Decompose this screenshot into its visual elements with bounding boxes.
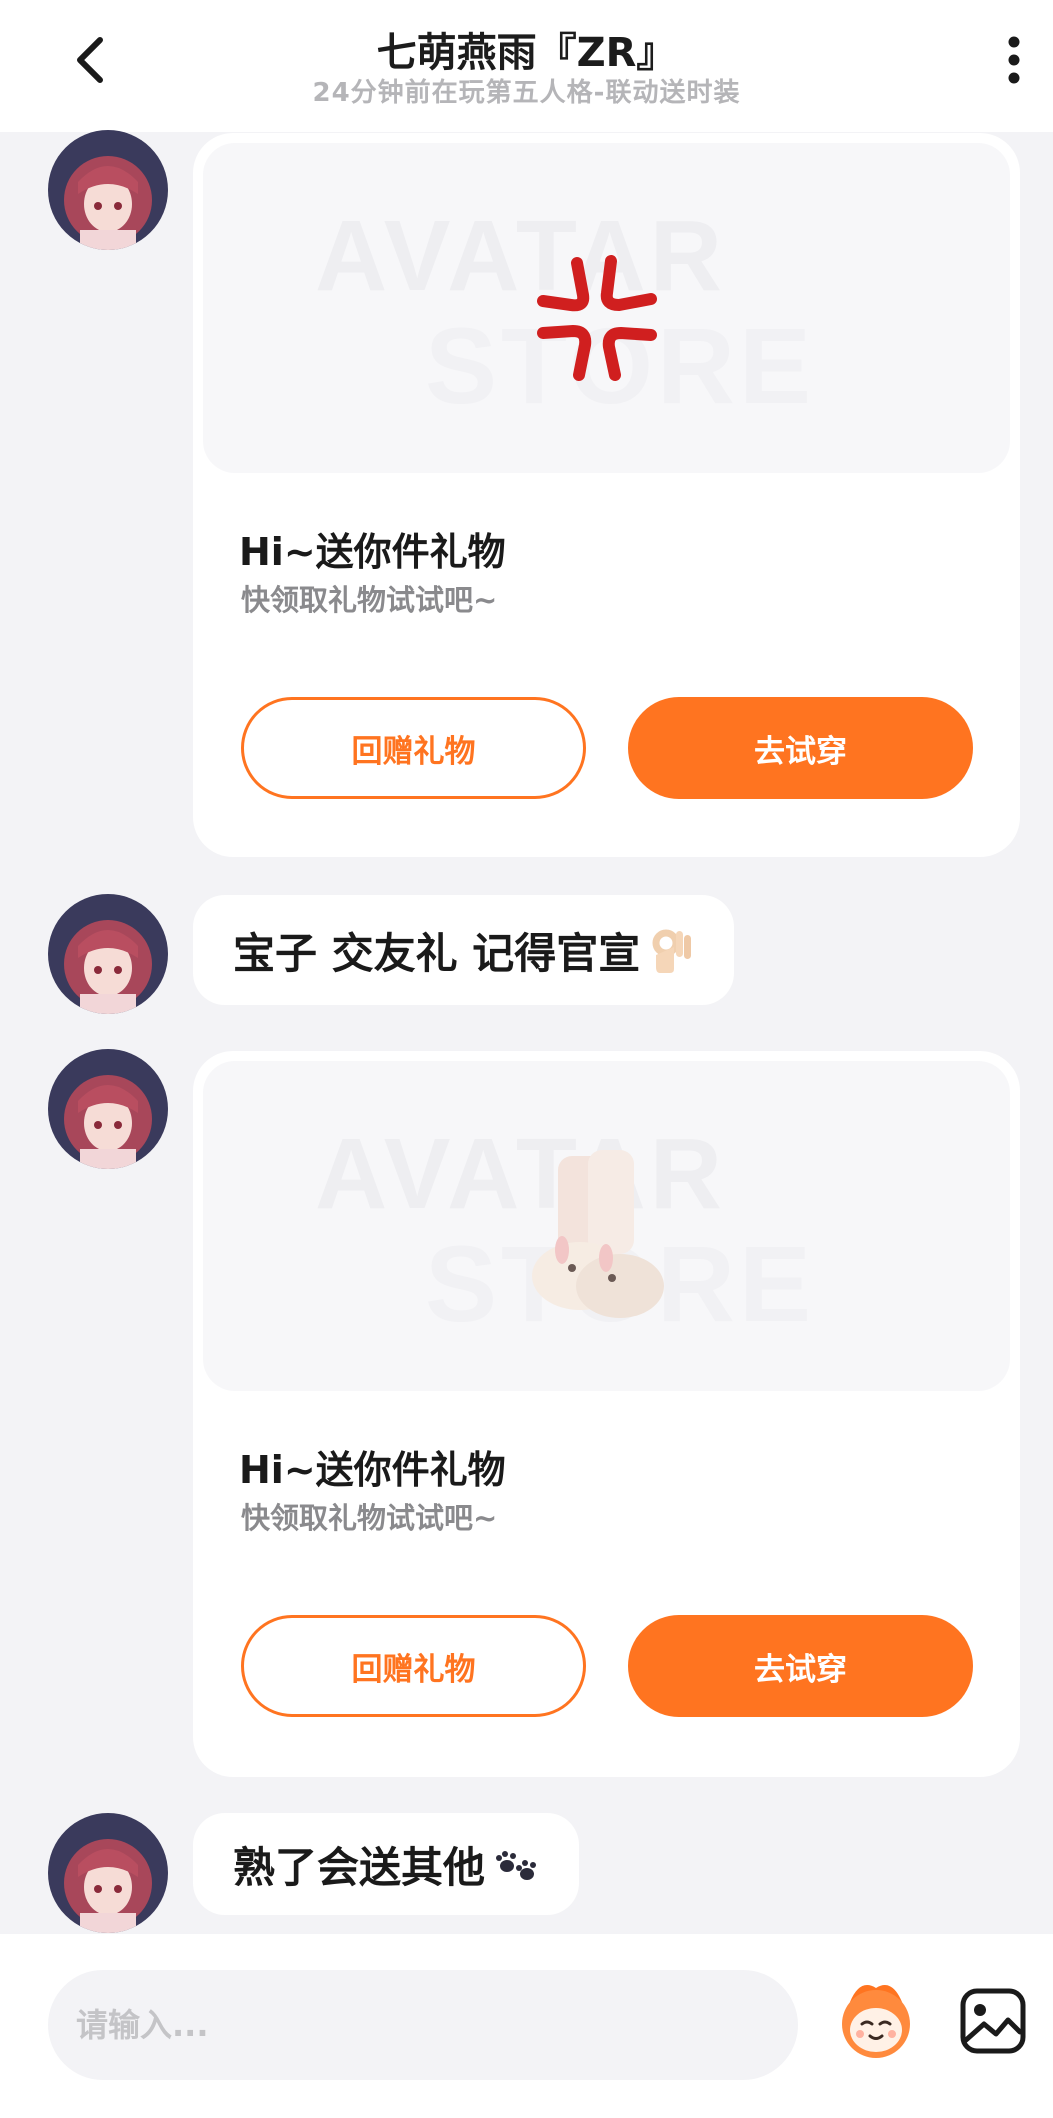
mascot-face-icon	[842, 1985, 910, 2058]
anger-symbol-icon	[537, 255, 657, 381]
emoji-mascot-button[interactable]	[830, 1974, 922, 2066]
send-image-button[interactable]	[958, 1986, 1028, 2056]
chat-title: 七萌燕雨『ZR』	[376, 30, 677, 76]
sender-avatar[interactable]	[48, 130, 168, 250]
try-on-button[interactable]: 去试穿	[628, 1615, 973, 1717]
sender-avatar[interactable]	[48, 1049, 168, 1169]
gift-subtitle: 快领取礼物试试吧~	[241, 583, 498, 617]
more-options-button[interactable]	[990, 28, 1038, 92]
paw-prints-emoji-icon	[496, 1851, 537, 1880]
gift-card[interactable]: AVATAR STORE Hi~送你件礼物 快领取礼物试试吧~ 回赠礼物 去试穿	[193, 133, 1020, 857]
return-gift-button[interactable]: 回赠礼物	[241, 1615, 586, 1717]
ok-hand-emoji-icon	[652, 929, 692, 973]
message-bubble[interactable]: 熟了会送其他	[193, 1813, 580, 1915]
image-icon	[960, 1988, 1026, 2054]
gift-title: Hi~送你件礼物	[239, 1448, 506, 1492]
top-bar: 七萌燕雨『ZR』 24分钟前在玩第五人格-联动送时装	[0, 0, 1053, 132]
try-on-button[interactable]: 去试穿	[628, 697, 973, 799]
composer-bar	[0, 1934, 1053, 2118]
message-text: 熟了会送其他	[233, 1842, 486, 1892]
more-vertical-icon	[1008, 36, 1020, 84]
return-gift-button[interactable]: 回赠礼物	[241, 697, 586, 799]
gift-subtitle: 快领取礼物试试吧~	[241, 1501, 498, 1535]
message-text: 宝子 交友礼 记得官宣	[233, 928, 641, 978]
sender-avatar[interactable]	[48, 1813, 168, 1933]
gift-preview: AVATAR STORE	[203, 143, 1010, 473]
message-input[interactable]	[48, 1970, 798, 2080]
gift-title: Hi~送你件礼物	[239, 530, 506, 574]
status-subtitle: 24分钟前在玩第五人格-联动送时装	[312, 78, 741, 108]
message-bubble[interactable]: 宝子 交友礼 记得官宣	[193, 895, 735, 1005]
bunny-slipper-socks-icon	[532, 1150, 664, 1318]
sender-avatar[interactable]	[48, 894, 168, 1014]
gift-card[interactable]: AVATAR STORE Hi~送你件礼物 快领取礼物试试吧~ 回赠礼物 去试穿	[193, 1051, 1020, 1777]
watermark-text: AVATAR	[315, 200, 726, 312]
gift-preview: AVATAR STORE	[203, 1061, 1010, 1391]
